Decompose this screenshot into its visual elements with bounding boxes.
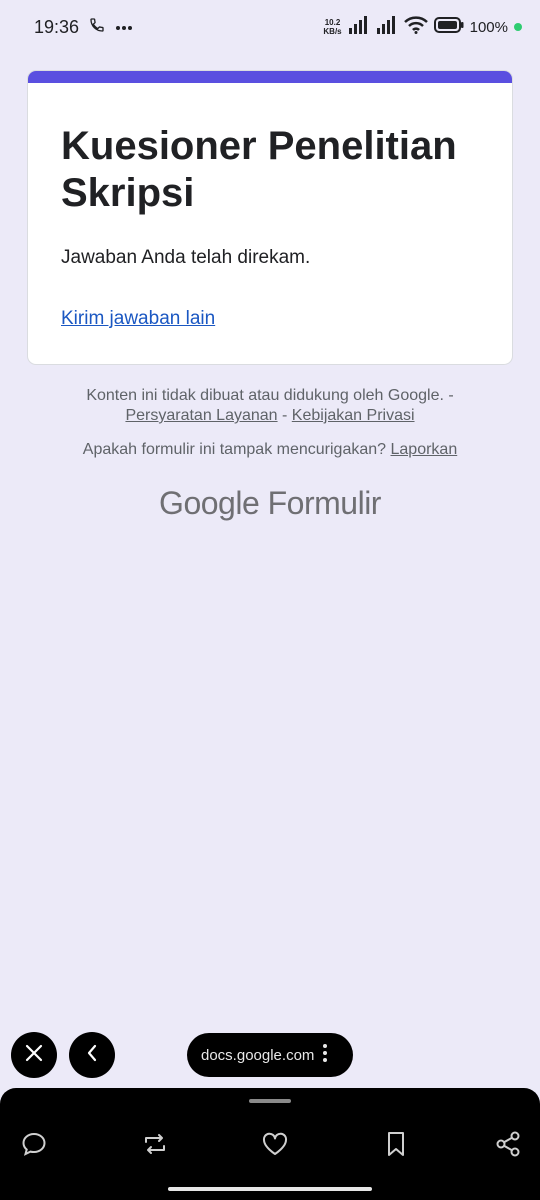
brand-google: Google bbox=[159, 485, 260, 521]
reply-button[interactable] bbox=[18, 1128, 50, 1164]
wifi-icon bbox=[403, 15, 428, 39]
status-right: 10.2 KB/s 100% bbox=[323, 15, 522, 39]
signal-2-icon bbox=[376, 15, 398, 39]
report-link[interactable]: Laporkan bbox=[391, 441, 458, 458]
gesture-nav-bar[interactable] bbox=[168, 1187, 372, 1191]
status-bar: 19:36 10.2 KB/s 100% bbox=[0, 0, 540, 54]
more-vert-icon[interactable] bbox=[322, 1043, 328, 1067]
disclaimer-text: Konten ini tidak dibuat atau didukung ol… bbox=[86, 387, 454, 404]
action-bar bbox=[0, 1128, 540, 1164]
signal-icon bbox=[348, 15, 370, 39]
bottom-action-sheet bbox=[0, 1088, 540, 1200]
form-response-card: Kuesioner Penelitian Skripsi Jawaban And… bbox=[27, 70, 513, 365]
url-pill[interactable]: docs.google.com bbox=[187, 1033, 353, 1077]
terms-link[interactable]: Persyaratan Layanan bbox=[125, 407, 277, 424]
comment-icon bbox=[20, 1130, 48, 1163]
url-text: docs.google.com bbox=[201, 1046, 315, 1064]
suspicious-text: Apakah formulir ini tampak mencurigakan? bbox=[82, 441, 387, 458]
confirmation-message: Jawaban Anda telah direkam. bbox=[61, 247, 311, 268]
privacy-indicator bbox=[514, 23, 522, 31]
close-icon bbox=[25, 1044, 43, 1067]
network-speed: 10.2 KB/s bbox=[323, 18, 341, 36]
heart-icon bbox=[260, 1130, 290, 1163]
status-left: 19:36 bbox=[34, 17, 133, 38]
card-accent-bar bbox=[28, 71, 512, 83]
submit-another-link[interactable]: Kirim jawaban lain bbox=[61, 308, 215, 330]
close-button[interactable] bbox=[11, 1032, 57, 1078]
chevron-left-icon bbox=[86, 1044, 98, 1067]
report-block: Apakah formulir ini tampak mencurigakan?… bbox=[0, 440, 540, 460]
brand-product: Formulir bbox=[267, 485, 382, 521]
privacy-link[interactable]: Kebijakan Privasi bbox=[292, 407, 415, 424]
form-title: Kuesioner Penelitian Skripsi bbox=[61, 124, 457, 215]
disclaimer-block: Konten ini tidak dibuat atau didukung ol… bbox=[0, 386, 540, 426]
share-icon bbox=[494, 1130, 522, 1163]
repost-button[interactable] bbox=[139, 1128, 171, 1164]
back-button[interactable] bbox=[69, 1032, 115, 1078]
repost-icon bbox=[140, 1130, 170, 1163]
bookmark-button[interactable] bbox=[380, 1128, 412, 1164]
battery-percent: 100% bbox=[469, 18, 508, 36]
like-button[interactable] bbox=[259, 1128, 291, 1164]
google-forms-logo: Google Formulir bbox=[0, 485, 540, 522]
network-speed-unit: KB/s bbox=[323, 27, 342, 36]
phone-icon bbox=[89, 17, 105, 38]
network-speed-value: 10.2 bbox=[324, 18, 341, 27]
battery-icon bbox=[433, 16, 464, 38]
bookmark-icon bbox=[384, 1130, 408, 1163]
more-horiz-icon bbox=[115, 18, 133, 36]
policy-separator: - bbox=[282, 407, 288, 424]
sheet-handle[interactable] bbox=[249, 1099, 291, 1103]
clock: 19:36 bbox=[34, 16, 80, 37]
policy-links: Persyaratan Layanan - Kebijakan Privasi bbox=[0, 406, 540, 426]
share-button[interactable] bbox=[492, 1128, 524, 1164]
